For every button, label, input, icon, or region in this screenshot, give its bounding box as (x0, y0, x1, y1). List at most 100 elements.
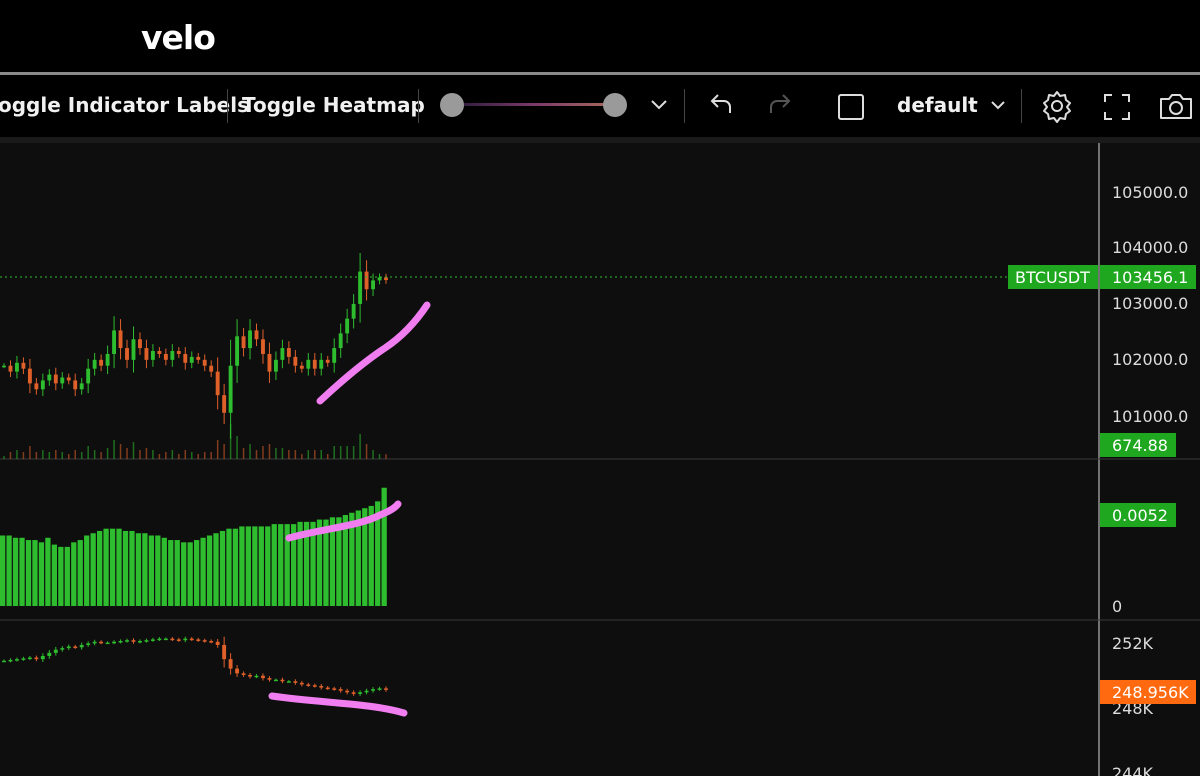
app-logo[interactable]: velo (141, 18, 216, 57)
volume-bar (216, 440, 219, 459)
price-candle (53, 374, 58, 384)
chevron-down-icon[interactable] (650, 99, 668, 111)
chevron-down-icon[interactable] (990, 100, 1006, 111)
volume-bar (352, 446, 355, 459)
price-candle (170, 351, 175, 360)
indicator-bar (226, 528, 232, 606)
oi-candle (286, 681, 291, 683)
volume-bar (378, 454, 381, 459)
volume-bar (35, 452, 38, 459)
undo-icon[interactable] (708, 93, 734, 117)
volume-bar (249, 444, 251, 459)
indicator-bar (90, 533, 96, 606)
volume-bar (288, 450, 290, 459)
oi-candle (21, 658, 26, 660)
volume-bar (158, 454, 161, 459)
oi-candle (150, 639, 155, 641)
indicator-bar (245, 526, 251, 606)
slider-min-handle[interactable] (440, 93, 464, 117)
slider-max-handle[interactable] (603, 93, 627, 117)
price-candle (267, 353, 272, 372)
volume-bar (178, 454, 180, 459)
volume-bar (74, 450, 76, 459)
oi-candle (241, 673, 246, 675)
price-tick-label: 102000.0 (1112, 350, 1188, 369)
volume-bar (333, 446, 335, 459)
volume-bar (165, 452, 167, 459)
indicator-bar (84, 535, 90, 606)
oi-candle (73, 646, 78, 649)
oi-candle (2, 660, 6, 663)
oi-candle (53, 649, 58, 653)
price-candle (60, 377, 65, 384)
camera-icon[interactable] (1158, 92, 1194, 120)
volume-bar (9, 452, 12, 459)
price-candle (261, 339, 265, 354)
volume-bar (320, 450, 323, 459)
oi-candle (248, 674, 252, 677)
oi-candle (15, 659, 19, 661)
volume-bar (42, 450, 44, 459)
volume-bar (229, 424, 232, 459)
price-candle (351, 303, 356, 319)
price-candle (21, 362, 26, 369)
volume-bar (171, 450, 174, 459)
indicator-bar (77, 540, 83, 606)
price-candle (358, 271, 363, 304)
price-candle (273, 359, 278, 372)
indicator-bar (38, 542, 45, 606)
oi-candle (332, 688, 337, 690)
gear-icon[interactable] (1040, 89, 1074, 123)
oi-candle (60, 648, 65, 650)
indicator-value-label: 0.0052 (1112, 506, 1168, 525)
volume-bar (191, 452, 193, 459)
heatmap-range-slider[interactable] (452, 103, 616, 106)
oi-candle (92, 641, 97, 644)
volume-bar (236, 436, 238, 459)
indicator-bar (135, 533, 142, 606)
oi-candle (202, 640, 207, 642)
oi-candle (183, 638, 188, 641)
volume-bar (223, 444, 225, 459)
indicator-bar (213, 533, 219, 606)
volume-bar (22, 452, 25, 459)
price-panel[interactable] (2, 252, 388, 439)
toggle-heatmap-button[interactable]: Toggle Heatmap (242, 93, 425, 117)
open-interest-panel[interactable] (2, 636, 388, 696)
toggle-indicator-labels-button[interactable]: oggle Indicator Labels (0, 93, 249, 117)
volume-bar (314, 450, 316, 459)
volume-bar (203, 452, 206, 459)
oi-value-label: 248.956K (1112, 683, 1189, 702)
volume-bar (242, 448, 245, 459)
oi-candle (157, 638, 162, 641)
volume-bar (113, 440, 115, 459)
price-candle (319, 359, 324, 369)
chart-area[interactable]: 105000.0 104000.0 103000.0 102000.0 1010… (0, 143, 1200, 776)
layout-select[interactable]: default (897, 93, 978, 117)
volume-bar (106, 448, 109, 459)
oi-candle (299, 682, 304, 685)
oi-candle (267, 678, 272, 680)
indicator-bar (32, 540, 38, 606)
indicator-bar (258, 526, 264, 606)
oi-candle (215, 641, 220, 645)
oi-tick-label: 252K (1112, 634, 1154, 653)
price-candle (248, 330, 252, 349)
volume-bar (93, 450, 96, 459)
indicator-tick-label: 0 (1112, 597, 1122, 616)
redo-icon[interactable] (767, 93, 793, 117)
indicator-panel[interactable] (0, 487, 387, 606)
fullscreen-icon[interactable] (1103, 93, 1131, 121)
oi-candle (47, 652, 52, 656)
chart-toolbar: oggle Indicator Labels Toggle Heatmap de… (0, 75, 1200, 137)
volume-bar (307, 450, 310, 459)
oi-candle (79, 644, 84, 648)
price-candle (79, 383, 84, 390)
price-tick-label: 105000.0 (1112, 183, 1188, 202)
price-candle (131, 339, 136, 360)
indicator-bar (122, 530, 129, 606)
price-candle (34, 383, 39, 390)
checkbox-icon[interactable] (838, 94, 864, 120)
indicator-bar (129, 530, 135, 606)
oi-candle (66, 646, 71, 649)
